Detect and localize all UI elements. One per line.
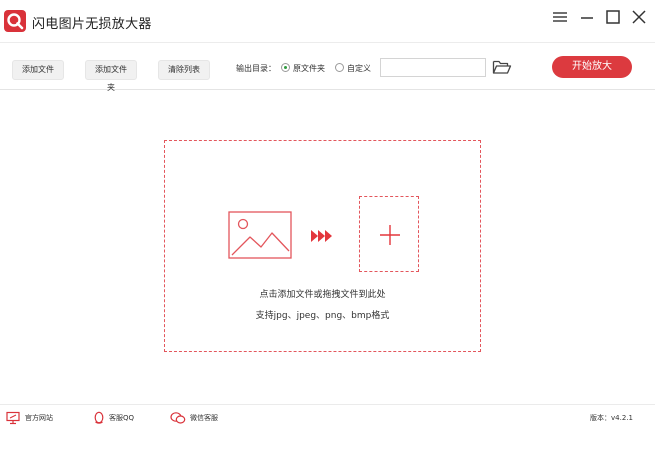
maximize-icon[interactable]: [600, 6, 626, 28]
close-icon[interactable]: [626, 6, 652, 28]
toolbar: 添加文件 添加文件夹 清除列表 输出目录： 原文件夹 自定义 开始放大: [0, 42, 655, 92]
monitor-icon: [6, 411, 20, 425]
support-qq-label[interactable]: 客服QQ: [109, 413, 134, 423]
official-website-label[interactable]: 官方网站: [25, 413, 53, 423]
support-qq-link[interactable]: 客服QQ: [92, 411, 144, 425]
triple-arrow-icon: [311, 228, 333, 247]
app-title: 闪电图片无损放大器: [32, 17, 152, 32]
image-icon: [228, 211, 292, 263]
add-file-box[interactable]: [359, 196, 419, 272]
qq-penguin-icon: [94, 411, 104, 424]
start-enlarge-button[interactable]: 开始放大: [552, 56, 632, 78]
app-logo-icon: [4, 10, 26, 32]
output-path-input[interactable]: [380, 58, 486, 77]
wechat-icon: [170, 412, 186, 424]
radio-source-folder-label[interactable]: 原文件夹: [293, 63, 325, 74]
wechat-support-link[interactable]: 微信客服: [170, 411, 228, 425]
official-website-link[interactable]: 官方网站: [6, 411, 66, 425]
folder-open-icon[interactable]: [492, 58, 512, 76]
output-dir-label: 输出目录：: [236, 64, 276, 73]
clear-list-button[interactable]: 清除列表: [158, 60, 210, 80]
drop-zone[interactable]: 点击添加文件或拖拽文件到此处 支持jpg、jpeg、png、bmp格式: [164, 140, 481, 352]
radio-source-folder[interactable]: [281, 63, 290, 72]
plus-icon: [380, 225, 400, 245]
add-file-button[interactable]: 添加文件: [12, 60, 64, 80]
supported-formats-text: 支持jpg、jpeg、png、bmp格式: [255, 311, 390, 321]
add-folder-button[interactable]: 添加文件夹: [85, 60, 137, 92]
wechat-support-label[interactable]: 微信客服: [190, 413, 218, 423]
title-bar: 闪电图片无损放大器: [0, 0, 655, 42]
footer: 官方网站 客服QQ 微信客服 版本：v4.2.1: [0, 404, 655, 428]
radio-custom-label[interactable]: 自定义: [347, 63, 371, 74]
minimize-icon[interactable]: [574, 6, 600, 28]
drop-hint-text: 点击添加文件或拖拽文件到此处: [259, 290, 386, 300]
radio-custom[interactable]: [335, 63, 344, 72]
menu-icon[interactable]: [547, 6, 573, 28]
version-text: 版本：v4.2.1: [590, 414, 633, 422]
